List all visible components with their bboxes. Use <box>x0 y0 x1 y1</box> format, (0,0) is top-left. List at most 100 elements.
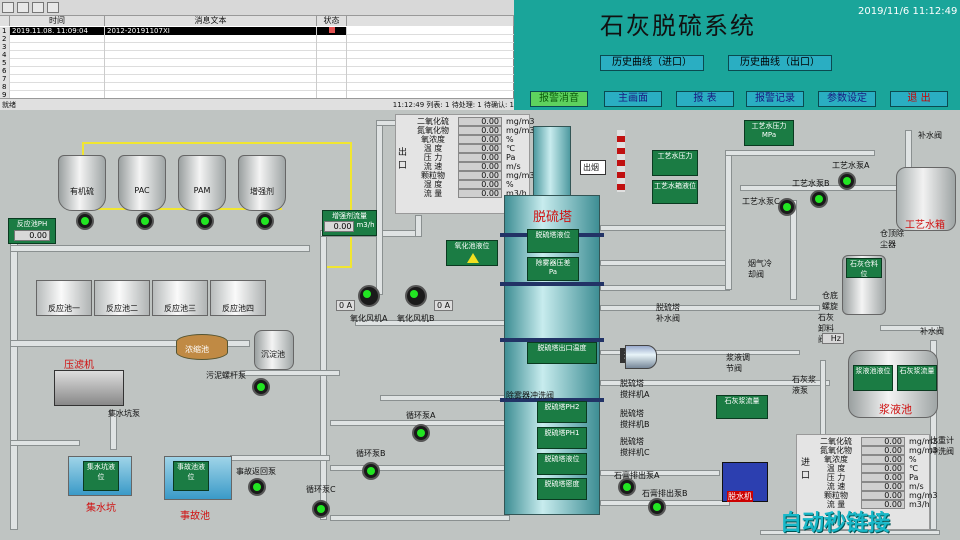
fan-b-current: 0 A <box>434 300 454 311</box>
alarm-record-button[interactable]: 报警记录 <box>746 91 804 107</box>
agitator-c-label: 脱硫塔搅拌机C <box>620 437 650 457</box>
table-row: 流 速 0.00 m/s <box>423 162 521 171</box>
table-row: 氮氧化物 0.00 mg/m3 <box>820 446 938 455</box>
reaction-tank: 反应池四 <box>210 280 266 316</box>
tower-wash-label: 脱硫塔补水阀 <box>656 303 680 323</box>
pw-pump-c[interactable] <box>778 198 796 216</box>
dosing-pump[interactable] <box>76 212 94 230</box>
sludge-pump[interactable] <box>252 378 270 396</box>
oxidation-fan-b[interactable] <box>405 285 427 307</box>
enhancer-flow-display: 增强剂流量 0.00 m3/h <box>322 210 377 236</box>
log-statusbar: 就绪 11:12:49 列表: 1 待处理: 1 待确认: 1 <box>0 98 514 110</box>
tower-level-display: 脱硫塔液位 <box>527 229 579 253</box>
gypsum-pump-b-label: 石膏排出泵B <box>642 489 688 498</box>
table-row: 颗粒物 0.00 mg/m3 <box>824 491 938 500</box>
accident-label: 事故池 <box>180 511 210 522</box>
circ-pump-a[interactable] <box>412 424 430 442</box>
log-toolbar <box>0 0 514 16</box>
tower-ph1-display: 脱硫塔PH1 <box>537 427 587 449</box>
table-row: 颗粒物 0.00 mg/m3 <box>421 171 535 180</box>
outlet-smoke-arrow: 出烟 <box>580 160 606 175</box>
return-pump[interactable] <box>248 478 266 496</box>
log-toolbar-button-2[interactable] <box>17 2 29 13</box>
table-row: 二氧化硫 0.00 mg/m3 <box>820 437 938 446</box>
dosing-tank: 增强剂 <box>238 155 286 211</box>
dosing-tank: PAM <box>178 155 226 211</box>
filter-press-label: 压滤机 <box>64 360 94 371</box>
clock: 2019/11/6 11:12:49 <box>858 6 958 17</box>
log-status-right: 11:12:49 列表: 1 待处理: 1 待确认: 1 <box>392 101 514 109</box>
accident-tank: 事故池液位 <box>164 456 232 500</box>
reaction-tank: 反应池二 <box>94 280 150 316</box>
dosing-pump[interactable] <box>256 212 274 230</box>
log-col-time[interactable]: 时间 <box>10 16 105 26</box>
pw-pump-a[interactable] <box>838 172 856 190</box>
pw-pressure-display: 工艺水压力 <box>652 150 698 176</box>
demister-wash-label: 除雾器冲洗阀 <box>506 391 554 400</box>
tower-label: 脱硫塔 <box>533 210 573 225</box>
table-row: 氮氧化物 0.00 mg/m3 <box>417 126 535 135</box>
sump-pump-label: 集水坑泵 <box>108 409 140 418</box>
sump-tank: 集水坑液位 <box>68 456 132 496</box>
log-row[interactable]: 3 <box>0 43 514 51</box>
main-screen-button[interactable]: 主画面 <box>604 91 662 107</box>
process-water-tank: 工艺水箱 <box>896 167 956 231</box>
dosing-tank: 有机硫 <box>58 155 106 211</box>
log-toolbar-button-3[interactable] <box>32 2 44 13</box>
log-row[interactable]: 2 <box>0 35 514 43</box>
outlet-rows: 二氧化硫 0.00 mg/m3 氮氧化物 0.00 mg/m3 氧浓度 0.00% 温 度 0.0… <box>408 117 535 198</box>
agitator-a-label: 脱硫塔搅拌机A <box>620 379 650 399</box>
pw-pump-b[interactable] <box>810 190 828 208</box>
page-title: 石灰脱硫系统 <box>600 12 756 40</box>
oxidation-fan-a[interactable] <box>358 285 380 307</box>
ash-remover-label: 仓顶除尘器 <box>880 229 904 249</box>
log-col-state[interactable]: 状态 <box>317 16 347 26</box>
makeup-valve-label: 补水阀 <box>918 131 942 140</box>
table-row: 温 度 0.00 ℃ <box>423 144 515 153</box>
storage-screw-label: 仓底螺旋 <box>822 291 838 311</box>
warning-icon <box>467 253 479 263</box>
circ-pump-b[interactable] <box>362 462 380 480</box>
param-settings-button[interactable]: 参数设定 <box>818 91 876 107</box>
alarm-silence-button[interactable]: 报警消音 <box>530 91 588 107</box>
agitator-b-label: 脱硫塔搅拌机B <box>620 409 650 429</box>
log-row[interactable]: 7 <box>0 75 514 83</box>
pw-top-pressure-display: 工艺水压力 MPa <box>744 120 794 146</box>
lime-slurry-flow-display: 石灰浆流量 <box>716 395 768 419</box>
filter-press <box>54 370 124 406</box>
log-row[interactable]: 6 <box>0 67 514 75</box>
lime-silo: 石灰仓料位 <box>842 255 886 315</box>
circ-pump-c[interactable] <box>312 500 330 518</box>
oxidation-level-display: 氧化池液位 <box>446 240 498 266</box>
dewatering-machine: 脱水机 <box>722 462 768 502</box>
exit-button[interactable]: 退 出 <box>890 91 948 107</box>
log-col-msg[interactable]: 消息文本 <box>105 16 317 26</box>
watermark: 自动秒链接 <box>780 511 891 536</box>
tower-ph2-display: 脱硫塔PH2 <box>537 401 587 423</box>
report-button[interactable]: 报 表 <box>676 91 734 107</box>
dosing-pump[interactable] <box>136 212 154 230</box>
log-row[interactable]: 1 2019.11.08. 11:09:04 2012-20191107XI <box>0 27 514 35</box>
log-row[interactable]: 4 <box>0 51 514 59</box>
log-header: 时间 消息文本 状态 <box>0 16 514 26</box>
flue-inlet-duct <box>625 345 657 369</box>
log-toolbar-button-4[interactable] <box>47 2 59 13</box>
log-row[interactable]: 8 <box>0 83 514 91</box>
log-row[interactable]: 5 <box>0 59 514 67</box>
circ-pump-b-label: 循环泵B <box>356 449 386 458</box>
sediment-tank: 沉淀池 <box>254 330 294 370</box>
log-status-left: 就绪 <box>2 101 16 109</box>
outlet-side-label: 出口 <box>398 148 408 171</box>
table-row: 压 力 0.00 Pa <box>826 473 919 482</box>
pw-pump-c-label: 工艺水泵C <box>742 197 780 206</box>
table-row: 氧浓度 0.00% <box>421 135 514 144</box>
dosing-pump[interactable] <box>196 212 214 230</box>
history-inlet-button[interactable]: 历史曲线（进口） <box>600 55 704 71</box>
tower-temp-display: 脱硫塔出口温度 <box>527 342 597 364</box>
concentrate-tank: 浓缩池 <box>176 334 228 360</box>
chimney <box>617 130 625 192</box>
gypsum-pump-b[interactable] <box>648 498 666 516</box>
gypsum-pump-a[interactable] <box>618 478 636 496</box>
log-toolbar-button-1[interactable] <box>2 2 14 13</box>
history-outlet-button[interactable]: 历史曲线（出口） <box>728 55 832 71</box>
